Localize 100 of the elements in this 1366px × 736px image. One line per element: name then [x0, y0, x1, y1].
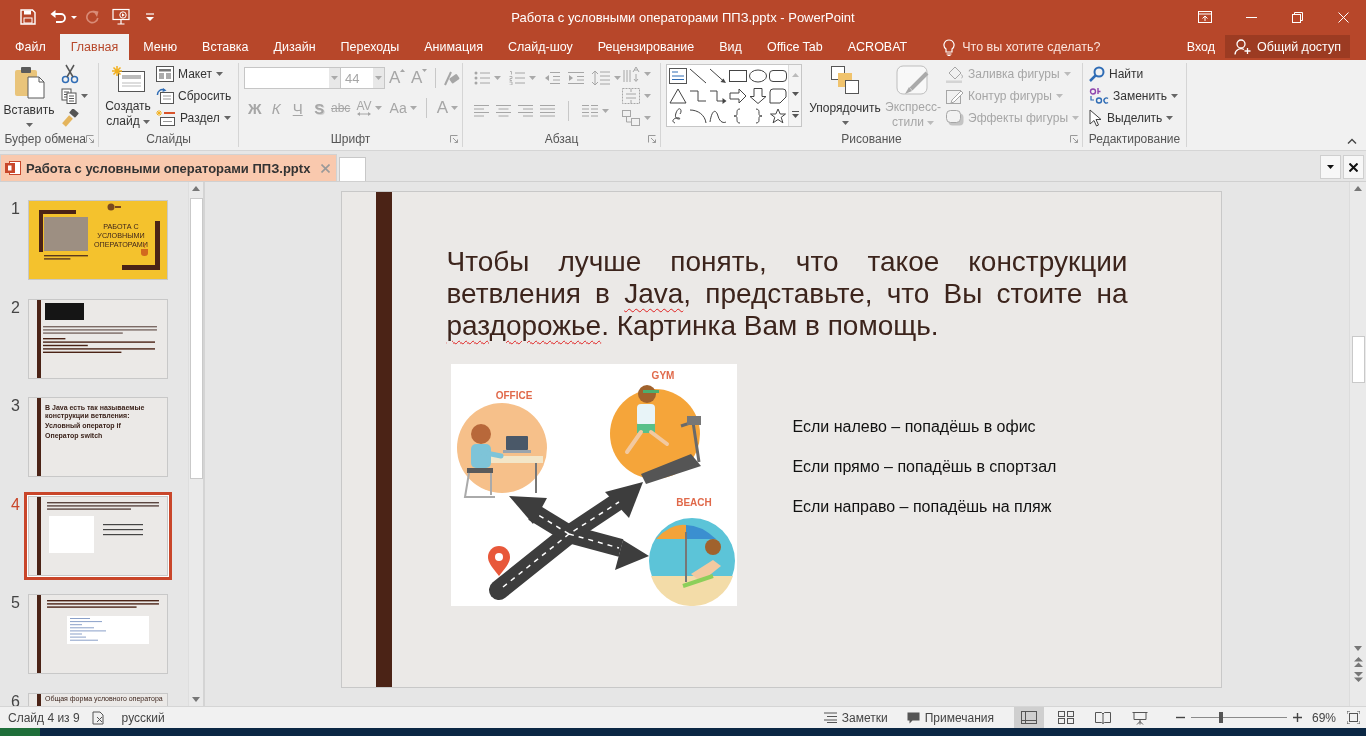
- ribbon-tab[interactable]: Слайд-шоу: [496, 34, 584, 60]
- vertical-scrollbar[interactable]: [188, 182, 203, 706]
- scroll-up-icon[interactable]: [192, 186, 200, 191]
- save-icon[interactable]: [20, 9, 36, 25]
- ribbon-tab[interactable]: Переходы: [329, 34, 411, 60]
- quick-styles-icon: [896, 65, 930, 97]
- person-add-icon[interactable]: [1234, 38, 1252, 55]
- slide-counter: Слайд 4 из 9: [8, 710, 80, 725]
- rounded-rectangle-icon[interactable]: [769, 68, 787, 84]
- ribbon-tab[interactable]: Дизайн: [262, 34, 327, 60]
- normal-view-icon: [1020, 711, 1037, 724]
- fit-to-window-icon[interactable]: [1347, 711, 1360, 724]
- ribbon-tab[interactable]: Вид: [708, 34, 753, 60]
- ribbon-tab[interactable]: Меню: [132, 34, 189, 60]
- slide-command-button[interactable]: Сбросить: [156, 85, 232, 107]
- arrow-icon[interactable]: [709, 68, 727, 84]
- shape-effects-icon: [946, 110, 964, 126]
- curve-icon[interactable]: [709, 108, 727, 124]
- scroll-down-icon[interactable]: [1354, 646, 1362, 651]
- undo-icon[interactable]: [50, 10, 66, 24]
- arc-icon[interactable]: [689, 108, 707, 124]
- slide-title[interactable]: Чтобы лучше понять, что такое конструкции ветвления в Java, представьте, что Вы стоите на раздорожье. Картинка Вам в помощь.: [446, 246, 1128, 342]
- scrollbar-thumb[interactable]: [1351, 336, 1365, 383]
- slide-text[interactable]: Если налево – попадёшь в офис: [792, 417, 1057, 436]
- presentation-file-icon: [5, 160, 21, 176]
- paste-button[interactable]: Вставить: [2, 63, 56, 131]
- rectangle-icon[interactable]: [729, 68, 747, 84]
- close-document-button[interactable]: [1343, 155, 1364, 179]
- vertical-scrollbar[interactable]: [1349, 182, 1366, 706]
- restore-icon[interactable]: [1291, 11, 1303, 23]
- comment-icon: [906, 711, 920, 724]
- scroll-up-icon[interactable]: [1354, 186, 1362, 191]
- next-slide-icon[interactable]: [1353, 672, 1363, 682]
- slide-number: 1: [10, 199, 21, 218]
- window-title: Работа с условными операторами ППЗ.pptx - PowerPoint: [511, 9, 855, 25]
- ribbon-tab[interactable]: Вставка: [191, 34, 260, 60]
- tab-list-button[interactable]: [1320, 155, 1341, 179]
- slide-command-button[interactable]: Макет: [156, 63, 232, 85]
- ribbon-display-icon[interactable]: [1198, 11, 1212, 23]
- language-label[interactable]: русский: [121, 710, 165, 725]
- more-icon[interactable]: [791, 111, 799, 119]
- previous-slide-icon[interactable]: [1353, 657, 1363, 667]
- ribbon-tab[interactable]: Главная: [59, 34, 130, 60]
- comments-button[interactable]: Примечания: [906, 707, 994, 728]
- new-slide-icon: [111, 65, 145, 93]
- snip-shape-icon[interactable]: [769, 88, 787, 104]
- layout-icon: [156, 66, 174, 82]
- down-arrow-icon[interactable]: [749, 88, 767, 104]
- notes-button[interactable]: Заметки: [823, 707, 888, 728]
- new-slide-button[interactable]: Создать слайд: [102, 63, 154, 131]
- caret-icon[interactable]: [1327, 165, 1334, 169]
- slide-thumbnail[interactable]: [24, 491, 172, 580]
- oval-icon[interactable]: [749, 68, 767, 84]
- copy-icon[interactable]: [61, 88, 77, 104]
- paintbrush-icon[interactable]: [61, 109, 79, 127]
- zoom-in-icon[interactable]: [1292, 713, 1302, 722]
- right-arrow-icon[interactable]: [729, 88, 747, 104]
- editing-command-button[interactable]: Заменить: [1089, 85, 1178, 107]
- paint-bucket-icon: [946, 65, 964, 83]
- group-label: Абзац: [544, 132, 579, 146]
- close-icon[interactable]: [1349, 162, 1358, 172]
- slide-text[interactable]: Если прямо – попадёшь в спортзал: [792, 457, 1057, 476]
- scroll-down-icon[interactable]: [192, 697, 200, 702]
- location-pin-icon: [487, 546, 510, 576]
- tell-me-field[interactable]: Что вы хотите сделать?: [943, 34, 1101, 60]
- scissors-icon[interactable]: [61, 64, 79, 84]
- scroll-down-icon[interactable]: [791, 92, 799, 96]
- customize-caret-icon[interactable]: [146, 13, 154, 21]
- lightbulb-icon[interactable]: [943, 38, 956, 56]
- textbox-icon[interactable]: [669, 68, 687, 84]
- document-tab[interactable]: Работа с условными операторами ППЗ.pptx: [0, 154, 338, 181]
- ribbon-tab[interactable]: Рецензирование: [586, 34, 706, 60]
- triangle-icon[interactable]: [669, 88, 687, 104]
- line-icon[interactable]: [689, 68, 707, 84]
- ribbon-tab[interactable]: Office Tab: [755, 34, 834, 60]
- zoom-level[interactable]: 69%: [1311, 710, 1336, 725]
- arrange-button[interactable]: Упорядочить: [806, 63, 884, 131]
- logo-icon: [107, 203, 121, 211]
- zoom-slider-thumb[interactable]: [1218, 712, 1223, 723]
- slide-command-button[interactable]: Раздел: [156, 107, 232, 129]
- ribbon-tab[interactable]: Файл: [4, 34, 57, 60]
- connector-arrow-icon[interactable]: [709, 88, 727, 104]
- editing-command-button[interactable]: Найти: [1089, 63, 1178, 85]
- scrollbar-thumb[interactable]: [189, 198, 203, 479]
- minimize-icon[interactable]: [1245, 16, 1257, 18]
- star-icon[interactable]: [769, 108, 787, 124]
- ribbon-tab[interactable]: Анимация: [413, 34, 494, 60]
- font-name-field[interactable]: [244, 67, 341, 89]
- slide-text[interactable]: Если направо – попадёшь на пляж: [792, 497, 1057, 516]
- share-button[interactable]: Общий доступ: [1225, 35, 1350, 58]
- sign-in-link[interactable]: Вход: [1186, 34, 1215, 60]
- spell-check-icon[interactable]: [91, 710, 106, 725]
- shapes-gallery[interactable]: [666, 64, 802, 127]
- view-button[interactable]: [1013, 707, 1044, 728]
- presentation-screen-icon[interactable]: [112, 8, 130, 26]
- group-label: Слайды: [146, 132, 191, 146]
- ribbon-tab[interactable]: ACROBAT: [836, 34, 919, 60]
- editing-command-button[interactable]: Выделить: [1089, 107, 1178, 129]
- corner-bracket: [39, 210, 76, 252]
- collapse-ribbon-icon[interactable]: [1347, 138, 1357, 144]
